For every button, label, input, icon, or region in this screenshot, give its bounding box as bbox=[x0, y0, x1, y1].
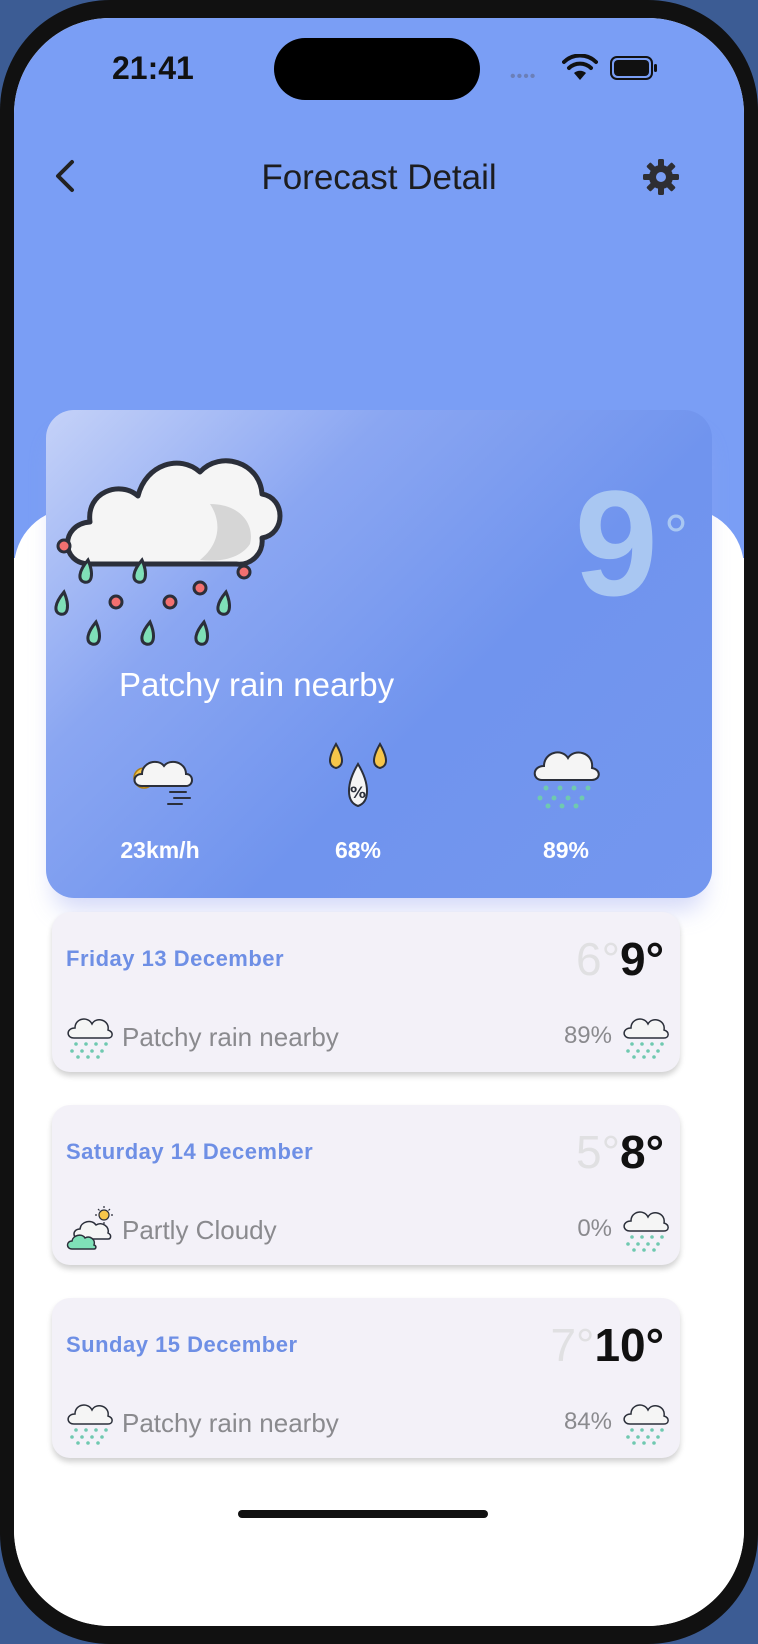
page-title: Forecast Detail bbox=[261, 158, 497, 197]
day-label: Friday 13 December bbox=[66, 946, 285, 971]
condition-row: Patchy rain nearby 84% bbox=[66, 1398, 670, 1448]
humidity-drops-icon: % bbox=[329, 741, 387, 808]
humidity-value: 68% bbox=[334, 837, 382, 863]
temperature-range: 7°10° bbox=[550, 1320, 664, 1370]
phone-frame: 21:41 •••• Forecast Detail 9 ° Patchy ra… bbox=[0, 0, 758, 1644]
rain-cloud-icon bbox=[54, 458, 283, 646]
low-temperature: 5° bbox=[576, 1126, 621, 1178]
precipitation-chance: 0% bbox=[577, 1215, 612, 1242]
high-temperature: 9° bbox=[620, 933, 664, 985]
precipitation-chance: 89% bbox=[563, 1022, 612, 1049]
condition-row: Partly Cloudy 0% bbox=[66, 1205, 670, 1255]
rain-cloud-icon bbox=[533, 751, 600, 809]
high-temperature: 10° bbox=[594, 1319, 664, 1371]
wifi-icon bbox=[562, 54, 598, 80]
screen: 21:41 •••• Forecast Detail 9 ° Patchy ra… bbox=[14, 18, 744, 1626]
forecast-day-card[interactable]: Saturday 14 December 5°8° Partly Cloudy … bbox=[52, 1105, 680, 1265]
precipitation-metric: 89% bbox=[496, 740, 636, 864]
forecast-day-card[interactable]: Friday 13 December 6°9° Patchy rain near… bbox=[52, 912, 680, 1072]
current-weather-card: 9 ° Patchy rain nearby 23km/h % 68% 89% bbox=[46, 410, 712, 898]
temperature-range: 6°9° bbox=[576, 934, 664, 984]
condition-label: Patchy rain nearby bbox=[122, 1408, 339, 1438]
condition-label: Patchy rain nearby bbox=[122, 1022, 339, 1052]
gear-icon[interactable] bbox=[642, 158, 680, 196]
precipitation-chance: 84% bbox=[563, 1408, 612, 1435]
wind-value: 23km/h bbox=[120, 837, 200, 863]
dynamic-island bbox=[274, 38, 480, 100]
wind-cloud-icon bbox=[133, 760, 193, 805]
rain-cloud-icon bbox=[623, 1211, 669, 1252]
rain-cloud-icon bbox=[623, 1404, 669, 1445]
status-bar: 21:41 •••• bbox=[14, 18, 744, 128]
day-label: Sunday 15 December bbox=[66, 1332, 298, 1357]
low-temperature: 7° bbox=[550, 1319, 595, 1371]
battery-icon bbox=[610, 56, 657, 80]
wind-metric: 23km/h bbox=[90, 740, 230, 864]
humidity-metric: % 68% bbox=[288, 740, 428, 864]
precipitation-value: 89% bbox=[542, 837, 590, 863]
signal-icon: •••• bbox=[510, 68, 537, 85]
condition-label: Partly Cloudy bbox=[122, 1215, 277, 1245]
current-temperature: 9 ° bbox=[575, 468, 688, 618]
rain-cloud-icon bbox=[67, 1018, 113, 1059]
partly-cloudy-icon bbox=[66, 1206, 113, 1250]
low-temperature: 6° bbox=[576, 933, 621, 985]
day-label: Saturday 14 December bbox=[66, 1139, 314, 1164]
forecast-day-card[interactable]: Sunday 15 December 7°10° Patchy rain nea… bbox=[52, 1298, 680, 1458]
rain-cloud-icon bbox=[67, 1404, 113, 1445]
navigation-bar: Forecast Detail bbox=[14, 138, 744, 208]
home-indicator[interactable] bbox=[238, 1510, 488, 1518]
current-condition: Patchy rain nearby bbox=[119, 666, 395, 703]
svg-text:%: % bbox=[350, 783, 366, 802]
temperature-range: 5°8° bbox=[576, 1127, 664, 1177]
high-temperature: 8° bbox=[620, 1126, 664, 1178]
degree-symbol: ° bbox=[664, 503, 688, 570]
rain-cloud-icon bbox=[623, 1018, 669, 1059]
condition-row: Patchy rain nearby 89% bbox=[66, 1012, 670, 1062]
temperature-value: 9 bbox=[574, 459, 658, 627]
status-time: 21:41 bbox=[112, 50, 194, 86]
